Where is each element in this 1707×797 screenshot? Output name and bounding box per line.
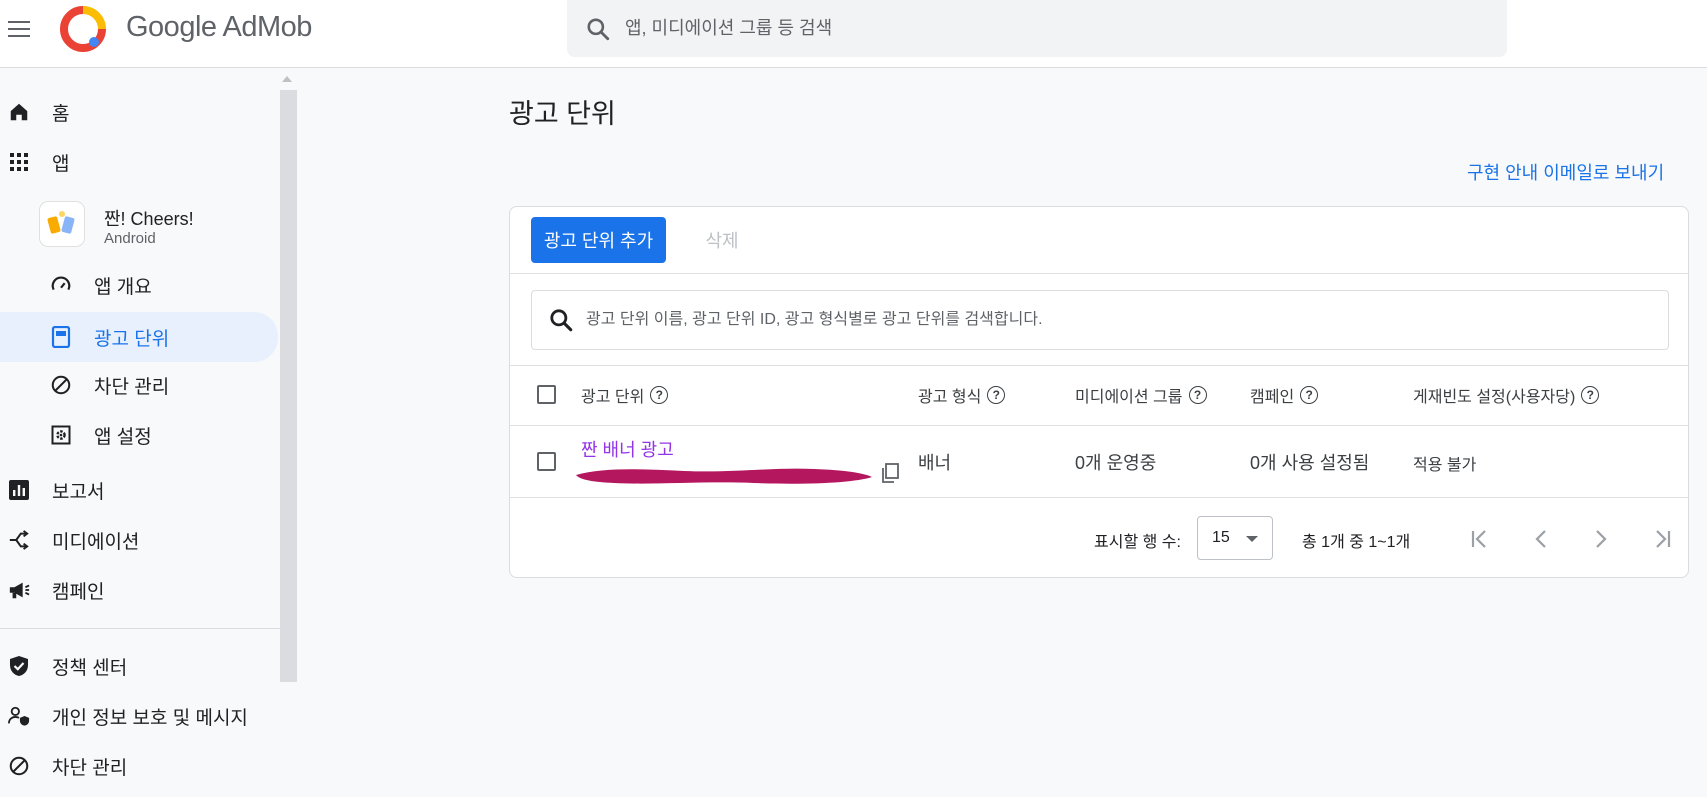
row-divider xyxy=(510,497,1688,498)
select-all-checkbox[interactable] xyxy=(537,385,556,404)
last-page-icon[interactable] xyxy=(1648,525,1676,553)
cell-frequency-cap: 적용 불가 xyxy=(1413,457,1477,474)
sidebar-item-home[interactable]: 홈 xyxy=(0,90,69,134)
delete-button[interactable]: 삭제 xyxy=(694,217,750,263)
sidebar-item-privacy-messaging[interactable]: 개인 정보 보호 및 메시지 xyxy=(0,694,248,738)
sidebar-item-label: 앱 설정 xyxy=(94,426,152,448)
column-header-label: 미디에이션 그룹 xyxy=(1075,389,1183,406)
sidebar-item-apps[interactable]: 앱 xyxy=(0,140,69,184)
column-header-label: 캠페인 xyxy=(1250,389,1295,406)
column-header-label: 광고 형식 xyxy=(918,389,982,406)
app-name[interactable]: 짠! Cheers! xyxy=(104,205,194,231)
previous-page-icon[interactable] xyxy=(1527,525,1555,553)
sidebar-item-blocking-controls[interactable]: 차단 관리 xyxy=(0,363,169,407)
hamburger-menu-icon[interactable] xyxy=(8,14,30,44)
column-header-label: 광고 단위 xyxy=(581,389,645,406)
cell-campaigns: 0개 사용 설정됨 xyxy=(1250,453,1370,473)
top-app-bar: Google AdMob xyxy=(0,0,1707,68)
app-icon[interactable] xyxy=(40,202,84,246)
column-header-frequency-cap[interactable]: 게재빈도 설정(사용자당)? xyxy=(1413,383,1600,407)
row-checkbox[interactable] xyxy=(537,452,556,471)
sidebar-item-label: 광고 단위 xyxy=(94,328,170,350)
copy-icon[interactable] xyxy=(881,463,899,483)
sidebar-item-label: 캠페인 xyxy=(52,581,105,603)
ad-units-card: 광고 단위 추가 삭제 광고 단위? 광고 형식? 미디에이션 그룹? 캠페인?… xyxy=(509,206,1689,578)
settings-icon xyxy=(50,424,72,446)
block-icon xyxy=(50,374,72,396)
sidebar-item-label: 차단 관리 xyxy=(94,376,170,398)
column-header-campaigns[interactable]: 캠페인? xyxy=(1250,383,1319,407)
search-icon xyxy=(550,309,573,332)
page-title: 광고 단위 xyxy=(509,99,616,129)
toolbar-divider xyxy=(510,273,1688,274)
sidebar-item-ad-units[interactable]: 광고 단위 xyxy=(0,312,278,362)
person-shield-icon xyxy=(8,705,30,727)
sidebar-item-label: 홈 xyxy=(52,103,70,125)
sidebar-item-label: 정책 센터 xyxy=(52,657,128,679)
next-page-icon[interactable] xyxy=(1587,525,1615,553)
sidebar-item-label: 미디에이션 xyxy=(52,531,140,553)
sidebar-item-label: 앱 xyxy=(52,153,70,175)
add-ad-unit-button[interactable]: 광고 단위 추가 xyxy=(531,217,666,263)
email-instructions-link[interactable]: 구현 안내 이메일로 보내기 xyxy=(1467,159,1664,185)
first-page-icon[interactable] xyxy=(1466,525,1494,553)
bar-chart-icon xyxy=(8,479,30,501)
column-header-format[interactable]: 광고 형식? xyxy=(918,383,1006,407)
home-icon xyxy=(8,101,30,123)
sidebar-scrollbar[interactable] xyxy=(280,90,297,682)
sidebar-item-mediation[interactable]: 미디에이션 xyxy=(0,518,139,562)
sidebar-divider xyxy=(0,628,280,629)
help-icon[interactable]: ? xyxy=(1300,386,1319,404)
help-icon[interactable]: ? xyxy=(987,386,1006,404)
rows-per-page-label: 표시할 행 수: xyxy=(1094,534,1181,551)
sidebar-item-app-settings[interactable]: 앱 설정 xyxy=(0,413,152,457)
app-platform: Android xyxy=(104,230,156,247)
global-search[interactable] xyxy=(567,0,1507,57)
sidebar-item-label: 개인 정보 보호 및 메시지 xyxy=(52,707,248,729)
sidebar-item-reports[interactable]: 보고서 xyxy=(0,468,104,512)
mediation-icon xyxy=(8,529,30,551)
block-icon xyxy=(8,755,30,777)
help-icon[interactable]: ? xyxy=(1581,386,1600,404)
sidebar-item-app-overview[interactable]: 앱 개요 xyxy=(0,263,152,307)
column-header-mediation-group[interactable]: 미디에이션 그룹? xyxy=(1075,383,1207,407)
global-search-input[interactable] xyxy=(625,18,1425,39)
ad-unit-icon xyxy=(50,326,72,348)
chevron-down-icon xyxy=(1246,536,1258,542)
table-search[interactable] xyxy=(531,290,1669,350)
help-icon[interactable]: ? xyxy=(650,386,669,404)
apps-grid-icon xyxy=(8,151,30,173)
redacted-ad-unit-id xyxy=(576,468,872,484)
header-divider xyxy=(510,425,1688,426)
pagination-range: 총 1개 중 1~1개 xyxy=(1302,534,1411,551)
scroll-up-arrow[interactable] xyxy=(282,76,292,82)
search-icon xyxy=(587,17,610,40)
ad-unit-name-link[interactable]: 짠 배너 광고 xyxy=(581,436,674,462)
sidebar-item-campaigns[interactable]: 캠페인 xyxy=(0,568,104,612)
column-header-label: 게재빈도 설정(사용자당) xyxy=(1413,389,1576,406)
sidebar-item-label: 보고서 xyxy=(52,481,105,503)
table-search-input[interactable] xyxy=(586,311,1636,329)
rows-per-page-value: 15 xyxy=(1212,529,1230,546)
sidebar-item-policy-center[interactable]: 정책 센터 xyxy=(0,644,127,688)
sidebar-item-label: 차단 관리 xyxy=(52,757,128,779)
speedometer-icon xyxy=(50,274,72,296)
shield-check-icon xyxy=(8,655,30,677)
admob-logo[interactable] xyxy=(60,6,106,52)
megaphone-icon xyxy=(8,579,30,601)
sidebar-item-blocking-controls-2[interactable]: 차단 관리 xyxy=(0,744,127,788)
column-header-ad-unit[interactable]: 광고 단위? xyxy=(581,383,669,407)
search-divider xyxy=(510,365,1688,366)
cell-mediation-group: 0개 운영중 xyxy=(1075,453,1157,473)
brand-name: Google AdMob xyxy=(126,11,312,43)
help-icon[interactable]: ? xyxy=(1188,386,1207,404)
cell-format: 배너 xyxy=(918,453,952,473)
rows-per-page-select[interactable]: 15 xyxy=(1197,516,1273,560)
sidebar-item-label: 앱 개요 xyxy=(94,276,152,298)
